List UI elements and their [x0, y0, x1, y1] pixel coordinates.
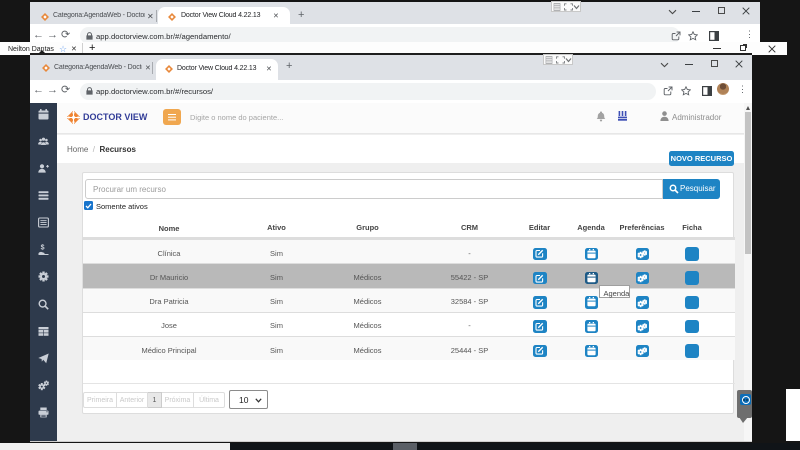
svg-text:$: $: [41, 245, 45, 252]
